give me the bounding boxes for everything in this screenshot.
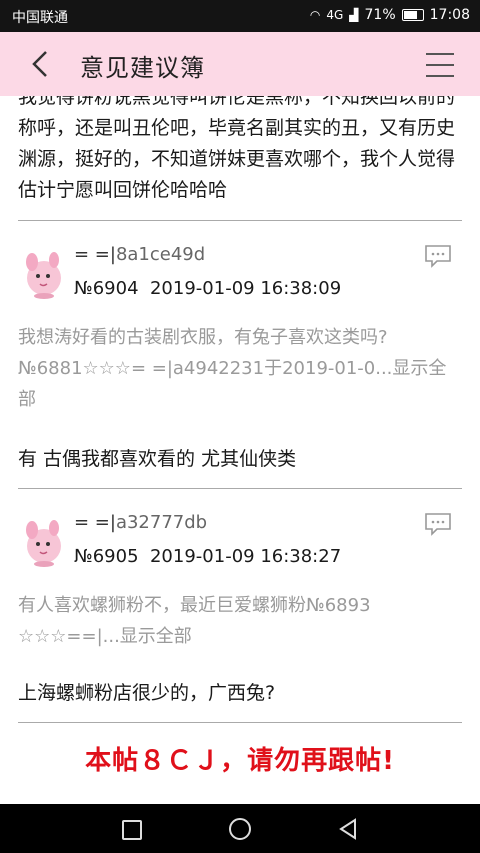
battery-icon (401, 9, 424, 21)
signal-icon: ▟ (349, 8, 359, 22)
system-nav-bar (0, 804, 480, 853)
post-datetime: 2019-01-09 16:38:27 (149, 546, 342, 567)
carrier-label: 中国联通 (12, 10, 68, 26)
thread-closed-notice: 本帖８ＣＪ，请勿再跟帖! (85, 746, 395, 776)
status-icons: ◠ 4G ▟ 71% 17:08 (310, 7, 470, 23)
comment-icon[interactable] (424, 244, 452, 268)
menu-icon[interactable] (426, 53, 454, 77)
post-list[interactable]: 我觉得饼粉说黑觉得叫饼伦是黑称，不知换回以前的称呼，还是叫丑伦吧，毕竟名副其实的… (0, 96, 480, 804)
back-arrow-icon[interactable] (28, 50, 54, 78)
wifi-icon: ◠ (309, 8, 321, 22)
post-meta: №6904 2019-01-09 16:38:09 (74, 278, 341, 299)
reply-text: 有 古偶我都喜欢看的 尤其仙侠类 (18, 448, 297, 470)
user-id: = =|a32777db (74, 512, 208, 533)
network-type-label: 4G (326, 8, 344, 22)
recent-apps-icon[interactable] (122, 820, 142, 840)
user-id: = =|8a1ce49d (74, 244, 206, 265)
post-number: №6905 (74, 546, 139, 567)
post-number: №6904 (74, 278, 139, 299)
page-title: 意见建议簿 (80, 54, 205, 82)
quoted-text[interactable]: 我想涛好看的古装剧衣服，有兔子喜欢这类吗?№6881☆☆☆= =|a494223… (18, 322, 464, 415)
divider (18, 220, 462, 221)
reply-text: 上海螺蛳粉店很少的，广西兔? (18, 682, 276, 704)
avatar (26, 520, 61, 567)
back-triangle-icon[interactable] (338, 818, 358, 840)
divider (18, 722, 462, 723)
app-header: 意见建议簿 (0, 32, 480, 96)
divider (18, 488, 462, 489)
comment-icon[interactable] (424, 512, 452, 536)
post-meta: №6905 2019-01-09 16:38:27 (74, 546, 341, 567)
home-icon[interactable] (229, 818, 251, 840)
previous-post-text: 我觉得饼粉说黑觉得叫饼伦是黑称，不知换回以前的称呼，还是叫丑伦吧，毕竟名副其实的… (18, 96, 456, 201)
battery-percent: 71% (364, 7, 396, 23)
clock: 17:08 (429, 7, 470, 23)
status-bar: 中国联通 ◠ 4G ▟ 71% 17:08 (0, 0, 480, 32)
quoted-text[interactable]: 有人喜欢螺狮粉不，最近巨爱螺狮粉№6893 ☆☆☆==|...显示全部 (18, 590, 464, 652)
avatar (26, 252, 61, 299)
post-datetime: 2019-01-09 16:38:09 (149, 278, 342, 299)
